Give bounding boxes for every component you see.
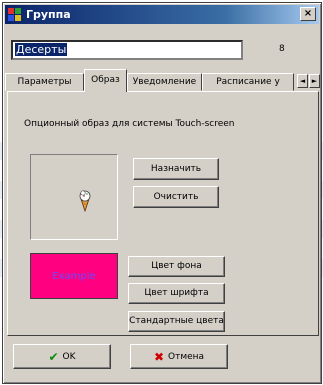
- arrow-right-icon: ►: [311, 77, 318, 85]
- group-name-value: Десерты: [15, 43, 68, 56]
- panel-caption: Опционный образ для системы Touch-screen: [24, 119, 235, 129]
- cancel-button[interactable]: ✖ Отмена: [130, 344, 228, 369]
- default-colors-label: Стандартные цвета: [129, 316, 224, 326]
- assign-label: Назначить: [150, 164, 202, 174]
- tab-label: Параметры: [17, 77, 72, 87]
- tab-label: Уведомление: [132, 77, 197, 87]
- default-colors-button[interactable]: Стандартные цвета: [128, 311, 225, 332]
- bg-color-label: Цвет фона: [151, 261, 202, 271]
- tab-scroll-right-button[interactable]: ►: [309, 74, 320, 88]
- tab-notification[interactable]: Уведомление: [127, 73, 202, 91]
- close-button[interactable]: ×: [300, 7, 316, 21]
- tab-scroll-left-button[interactable]: ◄: [297, 74, 308, 88]
- tab-label: Расписание у: [216, 77, 280, 87]
- app-icon: [8, 7, 22, 22]
- background-color-button[interactable]: Цвет фона: [128, 256, 225, 277]
- clear-label: Очистить: [153, 192, 199, 202]
- tab-image[interactable]: Образ: [84, 69, 127, 92]
- tab-schedule[interactable]: Расписание у: [202, 73, 294, 91]
- ok-button[interactable]: ✔ OK: [13, 344, 111, 369]
- clear-button[interactable]: Очистить: [133, 186, 219, 208]
- tab-parameters[interactable]: Параметры: [5, 73, 84, 91]
- cancel-label: Отмена: [168, 351, 205, 362]
- arrow-left-icon: ◄: [299, 77, 306, 85]
- tab-strip: Параметры Образ Уведомление Расписание у…: [5, 69, 323, 92]
- color-example-preview: Example: [30, 253, 118, 299]
- x-icon: ✖: [153, 349, 164, 364]
- close-icon: ×: [303, 8, 313, 19]
- group-name-input[interactable]: Десерты: [11, 40, 243, 60]
- title-bar[interactable]: Группа ×: [5, 5, 319, 24]
- window-title: Группа: [26, 8, 71, 21]
- tab-label: Образ: [91, 75, 120, 85]
- ok-label: OK: [62, 351, 76, 362]
- font-color-label: Цвет шрифта: [144, 288, 209, 298]
- example-label: Example: [52, 270, 96, 282]
- ice-cream-icon: [79, 190, 91, 212]
- name-count: 8: [279, 44, 285, 54]
- checkmark-icon: ✔: [48, 349, 59, 364]
- assign-button[interactable]: Назначить: [133, 158, 219, 180]
- image-preview-box: [30, 154, 118, 240]
- font-color-button[interactable]: Цвет шрифта: [128, 283, 225, 304]
